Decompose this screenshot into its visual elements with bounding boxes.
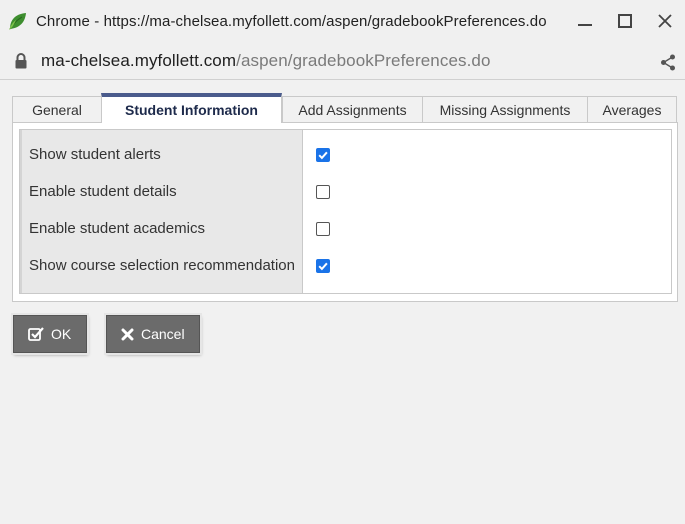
- tab-bar: General Student Information Add Assignme…: [12, 93, 678, 123]
- settings-row: Enable student academics: [22, 210, 302, 247]
- tab-add-assignments[interactable]: Add Assignments: [282, 96, 423, 123]
- settings-row: [303, 173, 671, 210]
- window-title: Chrome - https://ma-chelsea.myfollett.co…: [36, 12, 547, 30]
- minimize-button[interactable]: [565, 0, 605, 42]
- minimize-icon: [578, 24, 592, 26]
- maximize-icon: [618, 14, 632, 28]
- checkmark-icon: [318, 151, 328, 159]
- setting-label-show-course-selection-recommendation: Show course selection recommendation: [29, 257, 295, 274]
- preferences-dialog: General Student Information Add Assignme…: [12, 93, 678, 302]
- settings-row: [303, 247, 671, 284]
- check-square-icon: [28, 326, 44, 342]
- ok-button[interactable]: OK: [13, 315, 87, 353]
- window-controls: [565, 0, 685, 42]
- address-bar[interactable]: ma-chelsea.myfollett.com/aspen/gradebook…: [0, 42, 685, 80]
- enable-student-academics-checkbox[interactable]: [316, 221, 330, 236]
- window-titlebar: Chrome - https://ma-chelsea.myfollett.co…: [0, 0, 685, 42]
- settings-labels-column: Show student alerts Enable student detai…: [20, 130, 303, 293]
- settings-row: Enable student details: [22, 173, 302, 210]
- close-icon: [658, 14, 672, 28]
- tab-averages[interactable]: Averages: [587, 96, 677, 123]
- tab-panel: Show student alerts Enable student detai…: [12, 122, 678, 302]
- cancel-button[interactable]: Cancel: [106, 315, 200, 353]
- url-path: /aspen/gradebookPreferences.do: [236, 50, 491, 70]
- maximize-button[interactable]: [605, 0, 645, 42]
- share-icon[interactable]: [660, 54, 676, 71]
- setting-label-enable-student-details: Enable student details: [29, 183, 177, 200]
- url-host: ma-chelsea.myfollett.com: [41, 50, 237, 70]
- x-icon: [121, 328, 134, 341]
- lock-icon: [15, 52, 27, 68]
- ok-button-label: OK: [51, 326, 72, 342]
- tab-general[interactable]: General: [12, 96, 102, 123]
- settings-row: Show course selection recommendation: [22, 247, 302, 284]
- tab-student-information[interactable]: Student Information: [101, 93, 282, 123]
- settings-grid: Show student alerts Enable student detai…: [19, 129, 672, 294]
- checkmark-icon: [318, 262, 328, 270]
- settings-values-column: [303, 130, 671, 293]
- cancel-button-label: Cancel: [141, 326, 185, 342]
- setting-label-enable-student-academics: Enable student academics: [29, 220, 205, 237]
- leaf-logo-icon: [9, 13, 26, 30]
- settings-row: [303, 136, 671, 173]
- show-student-alerts-checkbox[interactable]: [316, 147, 330, 162]
- url-text[interactable]: ma-chelsea.myfollett.com/aspen/gradebook…: [41, 51, 491, 71]
- setting-label-show-student-alerts: Show student alerts: [29, 146, 161, 163]
- tab-missing-assignments[interactable]: Missing Assignments: [422, 96, 588, 123]
- show-course-selection-recommendation-checkbox[interactable]: [316, 258, 330, 273]
- close-window-button[interactable]: [645, 0, 685, 42]
- settings-row: Show student alerts: [22, 136, 302, 173]
- enable-student-details-checkbox[interactable]: [316, 184, 330, 199]
- settings-row: [303, 210, 671, 247]
